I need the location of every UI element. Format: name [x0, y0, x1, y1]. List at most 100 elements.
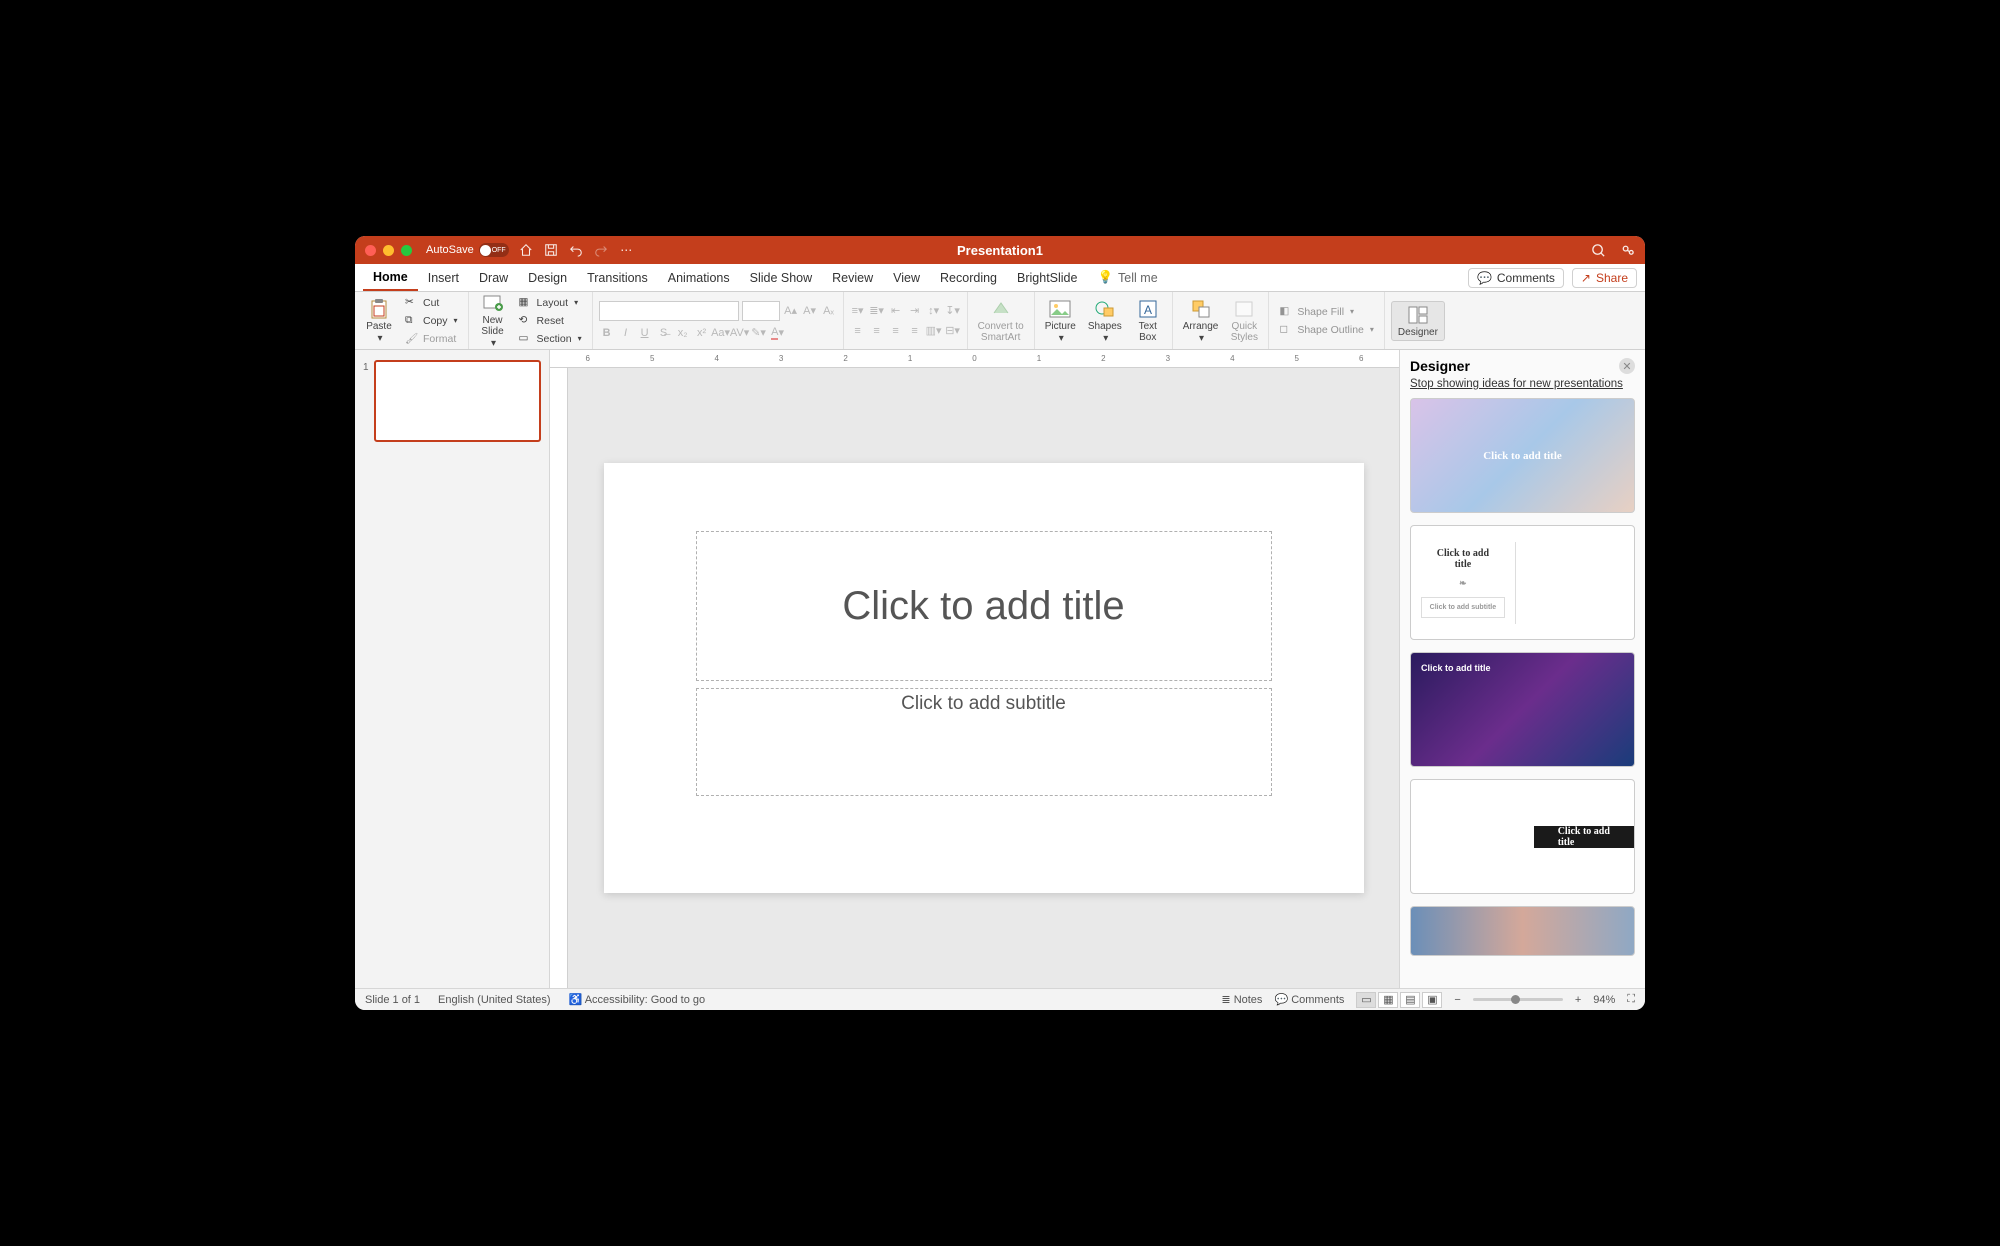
designer-suggestions[interactable]: Click to add title Click to add title❧Cl…	[1400, 398, 1645, 988]
close-window-button[interactable]	[365, 245, 376, 256]
indent-less-button[interactable]: ⇤	[888, 303, 904, 319]
design-suggestion-1[interactable]: Click to add title	[1410, 398, 1635, 513]
tab-insert[interactable]: Insert	[418, 264, 469, 291]
reading-view-button[interactable]: ▤	[1400, 992, 1420, 1008]
stop-ideas-link[interactable]: Stop showing ideas for new presentations	[1400, 378, 1645, 398]
section-button[interactable]: ▭Section▾	[515, 331, 586, 347]
tell-me-search[interactable]: 💡 Tell me	[1087, 264, 1167, 291]
strike-button[interactable]: S̶	[656, 325, 672, 341]
indent-more-button[interactable]: ⇥	[907, 303, 923, 319]
line-spacing-button[interactable]: ↕▾	[926, 303, 942, 319]
slide-count-label[interactable]: Slide 1 of 1	[365, 994, 420, 1006]
redo-icon[interactable]	[594, 243, 609, 258]
tab-review[interactable]: Review	[822, 264, 883, 291]
font-color-button[interactable]: A▾	[770, 325, 786, 341]
design-suggestion-2[interactable]: Click to add title❧Click to add subtitle	[1410, 525, 1635, 640]
tab-home[interactable]: Home	[363, 264, 418, 291]
title-placeholder[interactable]: Click to add title	[696, 531, 1272, 681]
save-icon[interactable]	[544, 243, 559, 258]
bold-button[interactable]: B	[599, 325, 615, 341]
textbox-button[interactable]: A Text Box	[1130, 298, 1166, 343]
tab-draw[interactable]: Draw	[469, 264, 518, 291]
reset-button[interactable]: ⟲Reset	[515, 313, 586, 329]
vertical-ruler[interactable]	[550, 368, 568, 988]
search-icon[interactable]	[1591, 243, 1606, 258]
horizontal-ruler[interactable]: 6543210123456	[550, 350, 1399, 368]
design-suggestion-5[interactable]	[1410, 906, 1635, 956]
arrange-button[interactable]: Arrange▾	[1179, 298, 1223, 344]
increase-font-icon[interactable]: A▴	[783, 303, 799, 319]
autosave-switch[interactable]: OFF	[479, 243, 509, 257]
more-icon[interactable]: ⋯	[619, 243, 634, 258]
slide[interactable]: Click to add title Click to add subtitle	[604, 463, 1364, 893]
zoom-slider[interactable]	[1473, 998, 1563, 1001]
layout-button[interactable]: ▦Layout▾	[515, 295, 586, 311]
tab-animations[interactable]: Animations	[658, 264, 740, 291]
notes-button[interactable]: ≣ Notes	[1221, 993, 1262, 1006]
picture-button[interactable]: Picture▾	[1041, 298, 1080, 344]
tab-design[interactable]: Design	[518, 264, 577, 291]
paste-button[interactable]: Paste ▾	[361, 298, 397, 344]
italic-button[interactable]: I	[618, 325, 634, 341]
tab-recording[interactable]: Recording	[930, 264, 1007, 291]
tab-transitions[interactable]: Transitions	[577, 264, 658, 291]
align-left-button[interactable]: ≡	[850, 323, 866, 339]
slide-thumbnail-1[interactable]	[374, 360, 541, 442]
bullets-button[interactable]: ≡▾	[850, 303, 866, 319]
zoom-in-button[interactable]: +	[1575, 994, 1581, 1006]
columns-button[interactable]: ▥▾	[926, 323, 942, 339]
bulb-icon: 💡	[1097, 270, 1113, 285]
shapes-button[interactable]: Shapes▾	[1084, 298, 1126, 344]
cut-button[interactable]: ✂Cut	[401, 295, 462, 311]
align-text-button[interactable]: ⊟▾	[945, 323, 961, 339]
copy-button[interactable]: ⧉Copy▾	[401, 313, 462, 329]
format-painter-button[interactable]: 🖌Format	[401, 331, 462, 347]
undo-icon[interactable]	[569, 243, 584, 258]
design-suggestion-4[interactable]: Click to add title	[1410, 779, 1635, 894]
design-suggestion-3[interactable]: Click to add title	[1410, 652, 1635, 767]
underline-button[interactable]: U	[637, 325, 653, 341]
justify-button[interactable]: ≡	[907, 323, 923, 339]
slideshow-view-button[interactable]: ▣	[1422, 992, 1442, 1008]
new-slide-button[interactable]: New Slide ▾	[475, 292, 511, 349]
char-spacing-button[interactable]: AV▾	[732, 325, 748, 341]
tab-slide-show[interactable]: Slide Show	[740, 264, 823, 291]
zoom-label[interactable]: 94%	[1593, 994, 1615, 1006]
text-direction-button[interactable]: ↧▾	[945, 303, 961, 319]
decrease-font-icon[interactable]: A▾	[802, 303, 818, 319]
font-size-input[interactable]	[742, 301, 780, 321]
fit-window-button[interactable]: ⛶	[1627, 993, 1635, 1006]
align-right-button[interactable]: ≡	[888, 323, 904, 339]
highlight-button[interactable]: ✎▾	[751, 325, 767, 341]
tab-view[interactable]: View	[883, 264, 930, 291]
language-label[interactable]: English (United States)	[438, 994, 551, 1006]
numbering-button[interactable]: ≣▾	[869, 303, 885, 319]
change-case-button[interactable]: Aa▾	[713, 325, 729, 341]
align-center-button[interactable]: ≡	[869, 323, 885, 339]
share-menu-icon[interactable]	[1620, 243, 1635, 258]
tab-brightslide[interactable]: BrightSlide	[1007, 264, 1087, 291]
comments-button[interactable]: 💬 Comments	[1468, 268, 1564, 288]
autosave-toggle[interactable]: AutoSave OFF	[426, 243, 509, 257]
subscript-button[interactable]: x₂	[675, 325, 691, 341]
normal-view-button[interactable]: ▭	[1356, 992, 1376, 1008]
minimize-window-button[interactable]	[383, 245, 394, 256]
accessibility-label[interactable]: ♿ Accessibility: Good to go	[569, 993, 706, 1006]
home-icon[interactable]	[519, 243, 534, 258]
close-pane-button[interactable]: ✕	[1619, 358, 1635, 374]
sorter-view-button[interactable]: ▦	[1378, 992, 1398, 1008]
font-name-input[interactable]	[599, 301, 739, 321]
shape-outline-button[interactable]: ◻Shape Outline▾	[1275, 322, 1378, 338]
clear-format-icon[interactable]: Aₓ	[821, 303, 837, 319]
convert-smartart-button[interactable]: Convert to SmartArt	[974, 298, 1028, 343]
slide-canvas-area[interactable]: Click to add title Click to add subtitle	[568, 368, 1399, 988]
comments-status-button[interactable]: 💬 Comments	[1274, 993, 1344, 1006]
zoom-out-button[interactable]: −	[1454, 994, 1460, 1006]
quick-styles-button[interactable]: Quick Styles	[1226, 298, 1262, 343]
designer-button[interactable]: Designer	[1391, 301, 1445, 341]
subtitle-placeholder[interactable]: Click to add subtitle	[696, 688, 1272, 796]
share-button[interactable]: ↗ Share	[1572, 268, 1637, 288]
shape-fill-button[interactable]: ◧Shape Fill▾	[1275, 304, 1378, 320]
superscript-button[interactable]: x²	[694, 325, 710, 341]
zoom-window-button[interactable]	[401, 245, 412, 256]
